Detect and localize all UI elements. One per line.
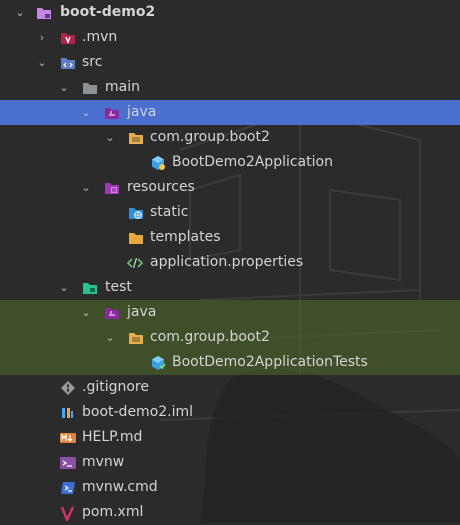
tree-label: pom.xml <box>82 504 144 520</box>
tree-row-help-md[interactable]: HELP.md <box>0 425 460 450</box>
chevron-right-icon[interactable]: › <box>36 25 48 50</box>
folder-yellow-icon <box>129 233 143 244</box>
tree-label: java <box>127 104 157 120</box>
tree-row-java-test[interactable]: ⌄ java <box>0 300 460 325</box>
tree-row-boot-demo2[interactable]: ⌄ boot-demo2 <box>0 0 460 25</box>
folder-src-icon <box>61 58 75 69</box>
tree-row-mvnw[interactable]: mvnw <box>0 450 460 475</box>
tree-row-templates[interactable]: templates <box>0 225 460 250</box>
tree-label: test <box>105 279 132 295</box>
tree-label: mvnw.cmd <box>82 479 158 495</box>
chevron-down-icon[interactable]: ⌄ <box>104 325 116 350</box>
tree-row-mvnw-cmd[interactable]: mvnw.cmd <box>0 475 460 500</box>
tree-row-gitignore[interactable]: .gitignore <box>0 375 460 400</box>
tree-row-main[interactable]: ⌄ main <box>0 75 460 100</box>
package-icon <box>129 133 143 144</box>
tree-label: com.group.boot2 <box>150 129 270 145</box>
iml-file-icon <box>62 408 73 418</box>
chevron-down-icon[interactable]: ⌄ <box>58 275 70 300</box>
test-folder-icon <box>83 283 97 294</box>
tree-row-java-main[interactable]: ⌄ java <box>0 100 460 125</box>
tree-label: HELP.md <box>82 429 143 445</box>
tree-label: .gitignore <box>82 379 149 395</box>
markdown-icon <box>60 433 76 443</box>
chevron-down-icon[interactable]: ⌄ <box>80 100 92 125</box>
tree-label: templates <box>150 229 221 245</box>
tree-label: com.group.boot2 <box>150 329 270 345</box>
tree-label: BootDemo2ApplicationTests <box>172 354 368 370</box>
folder-icon <box>83 83 97 94</box>
resources-folder-icon <box>105 183 119 194</box>
spring-class-icon <box>152 156 165 170</box>
tree-row-package-test[interactable]: ⌄ com.group.boot2 <box>0 325 460 350</box>
shell-icon <box>60 457 76 469</box>
tree-label: boot-demo2 <box>60 4 156 20</box>
tree-row-application-properties[interactable]: application.properties <box>0 250 460 275</box>
tree-label: .mvn <box>82 29 118 45</box>
tree-row-static[interactable]: static <box>0 200 460 225</box>
tree-label: mvnw <box>82 454 125 470</box>
properties-file-icon <box>127 257 143 269</box>
chevron-down-icon[interactable]: ⌄ <box>104 125 116 150</box>
tree-row-test[interactable]: ⌄ test <box>0 275 460 300</box>
tree-row-package-main[interactable]: ⌄ com.group.boot2 <box>0 125 460 150</box>
module-folder-icon <box>37 8 51 19</box>
tree-row-mvn[interactable]: › .mvn <box>0 25 460 50</box>
maven-icon <box>60 506 75 521</box>
tree-label: main <box>105 79 140 95</box>
chevron-down-icon[interactable]: ⌄ <box>58 75 70 100</box>
web-folder-icon <box>129 208 143 219</box>
tree-label: application.properties <box>150 254 304 270</box>
tree-row-resources[interactable]: ⌄ resources <box>0 175 460 200</box>
spring-test-class-icon <box>152 356 166 370</box>
project-tree: ⌄ boot-demo2 › .mvn ⌄ src ⌄ main ⌄ java … <box>0 0 460 525</box>
package-icon <box>129 333 143 344</box>
tree-row-iml[interactable]: boot-demo2.iml <box>0 400 460 425</box>
tree-row-bootdemo2application[interactable]: BootDemo2Application <box>0 150 460 175</box>
cmd-icon <box>61 482 75 494</box>
tree-label: resources <box>127 179 195 195</box>
tree-label: src <box>82 54 103 70</box>
source-folder-icon <box>105 108 119 119</box>
tree-row-src[interactable]: ⌄ src <box>0 50 460 75</box>
test-source-folder-icon <box>105 308 119 319</box>
chevron-down-icon[interactable]: ⌄ <box>36 50 48 75</box>
tree-row-pom-xml[interactable]: pom.xml <box>0 500 460 525</box>
tree-label: java <box>127 304 157 320</box>
tree-label: static <box>150 204 189 220</box>
tree-label: BootDemo2Application <box>172 154 333 170</box>
git-icon <box>61 381 75 395</box>
chevron-down-icon[interactable]: ⌄ <box>14 0 26 25</box>
folder-mvn-icon <box>61 33 75 44</box>
chevron-down-icon[interactable]: ⌄ <box>80 175 92 200</box>
tree-label: boot-demo2.iml <box>82 404 194 420</box>
chevron-down-icon[interactable]: ⌄ <box>80 300 92 325</box>
tree-row-bootdemo2applicationtests[interactable]: BootDemo2ApplicationTests <box>0 350 460 375</box>
